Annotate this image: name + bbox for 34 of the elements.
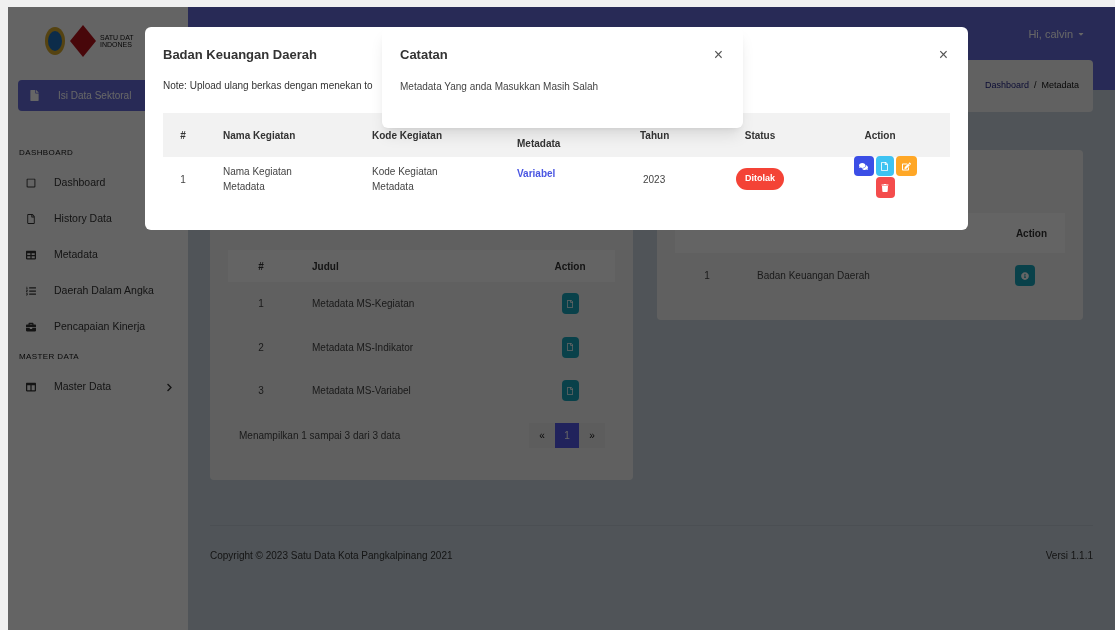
column-header: Status — [743, 128, 777, 143]
notes-text: Metadata Yang anda Masukkan Masih Salah — [400, 80, 600, 94]
table-cell-text: 1 — [703, 269, 711, 283]
column-header: Tahun — [639, 128, 671, 143]
table-cell-text: 2023 — [642, 172, 667, 187]
column-header: # — [179, 128, 187, 143]
table-cell-text: 2 — [257, 340, 265, 355]
modal-note: Note: Upload ulang berkas dengan menekan to — [163, 79, 373, 93]
column-header: Action — [863, 128, 897, 143]
version-text: Versi 1.1.1 — [1045, 549, 1093, 563]
column-header: # — [257, 259, 265, 274]
table-cell-text: Nama Kegiatan Metadata — [222, 165, 293, 194]
column-header: Judul — [311, 259, 340, 274]
table-cell-text: Metadata MS-Kegiatan — [311, 297, 416, 312]
copyright-text: Copyright © 2023 Satu Data Kota Pangkalpinang 2021 — [210, 549, 453, 563]
table-cell-text: 1 — [179, 172, 187, 187]
column-header: Action — [1015, 226, 1047, 241]
breadcrumb-separator: / — [1033, 79, 1037, 93]
table-cell-text: Metadata MS-Variabel — [311, 384, 412, 399]
modal-title: Catatan — [400, 46, 448, 65]
table-cell-text: Badan Keuangan Daerah — [756, 269, 871, 283]
table-cell-text: 3 — [257, 384, 265, 399]
table-cell-text: Kode Kegiatan Metadata — [371, 165, 439, 194]
column-header: Action — [553, 259, 587, 274]
status-badge: Ditolak — [736, 168, 784, 190]
section-heading: DASHBOARD — [18, 147, 75, 159]
column-header: Nama Kegiatan — [222, 128, 297, 143]
column-header: Kode Kegiatan — [371, 128, 443, 143]
modal-title: Badan Keuangan Daerah — [163, 46, 317, 65]
column-header: Metadata — [516, 136, 562, 151]
section-heading: MASTER DATA — [18, 351, 81, 363]
table-cell-text: 1 — [257, 297, 265, 312]
table-cell-text: Metadata MS-Indikator — [311, 340, 415, 355]
table-summary: Menampilkan 1 sampai 3 dari 3 data — [239, 428, 401, 443]
